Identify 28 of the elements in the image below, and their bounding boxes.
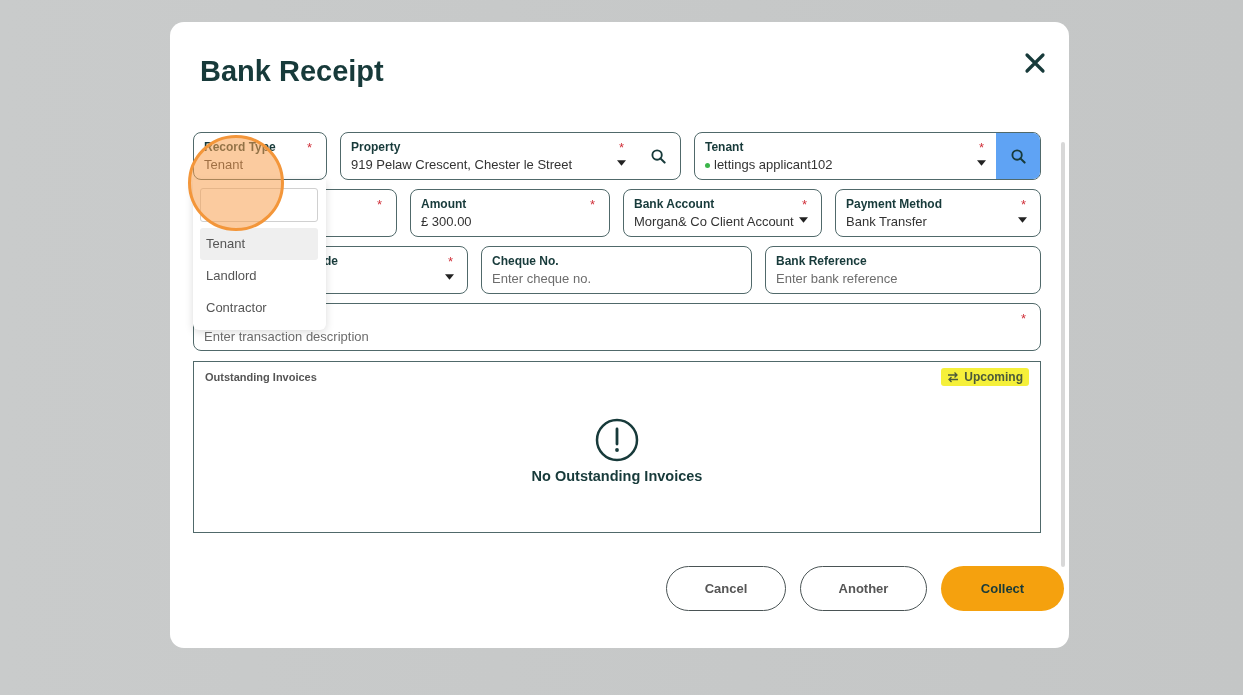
required-mark: * bbox=[1020, 312, 1026, 325]
field-value: Morgan& Co Client Account bbox=[634, 214, 794, 229]
required-mark: * bbox=[1020, 198, 1026, 211]
field-label: Bank Reference bbox=[776, 254, 867, 268]
field-value: £ 300.00 bbox=[421, 214, 472, 229]
field-label: Bank Account bbox=[634, 197, 715, 211]
required-mark: * bbox=[618, 141, 624, 154]
field-label: Amount bbox=[421, 197, 467, 211]
field-value: 919 Pelaw Crescent, Chester le Street bbox=[351, 157, 573, 172]
field-label: Tenant bbox=[705, 140, 744, 154]
field-placeholder: Enter bank reference bbox=[776, 271, 898, 286]
field-value: Bank Transfer bbox=[846, 214, 927, 229]
field-placeholder: Enter cheque no. bbox=[492, 271, 592, 286]
empty-message: No Outstanding Invoices bbox=[531, 468, 703, 484]
required-mark: * bbox=[376, 198, 382, 211]
field-value: Tenant bbox=[204, 157, 244, 172]
field-label: Cheque No. bbox=[492, 254, 559, 268]
field-label: Payment Method bbox=[846, 197, 942, 211]
required-mark: * bbox=[801, 198, 807, 211]
required-mark: * bbox=[306, 141, 312, 154]
field-placeholder: Enter transaction description bbox=[204, 329, 369, 344]
required-mark: * bbox=[447, 255, 453, 268]
dialog-title: Bank Receipt bbox=[200, 55, 384, 88]
required-mark: * bbox=[589, 198, 595, 211]
field-value: lettings applicant102 bbox=[705, 157, 833, 172]
panel-title: Outstanding Invoices bbox=[205, 371, 317, 383]
required-mark: * bbox=[978, 141, 984, 154]
field-label: Property bbox=[351, 140, 401, 154]
